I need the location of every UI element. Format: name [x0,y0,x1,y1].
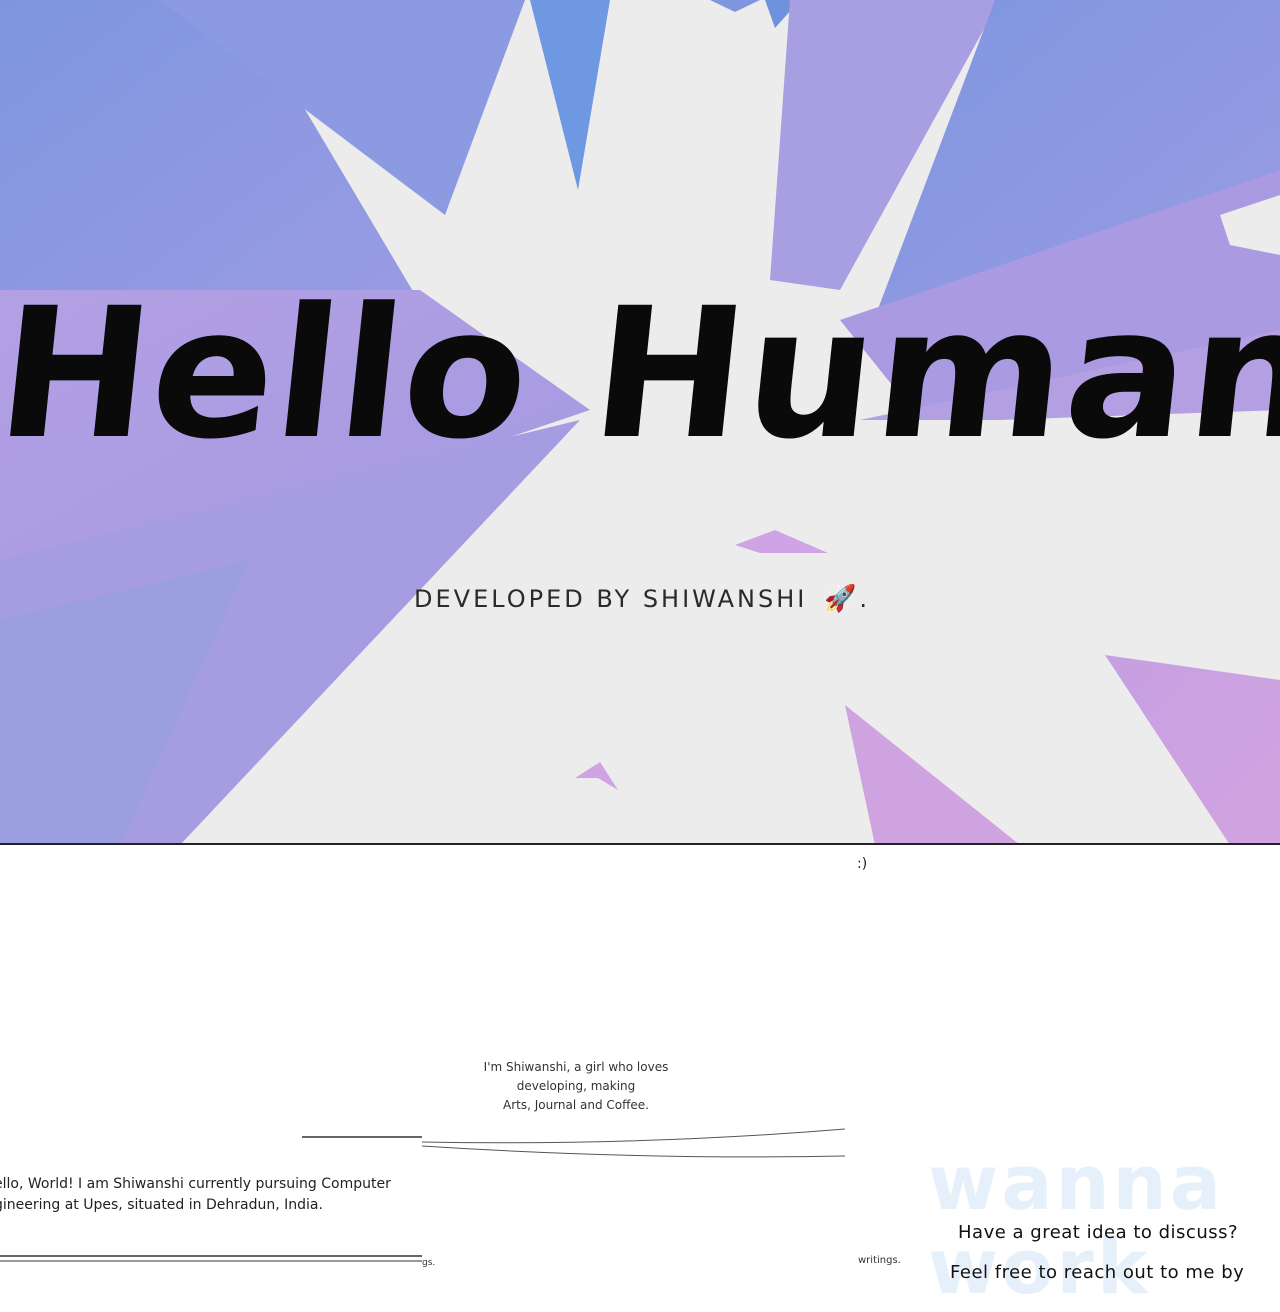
hero-section: Hello Human! DEVELOPED BY SHIWANSHI 🚀. [0,0,1280,845]
hero-title: Hello Human! [0,270,1280,479]
fragment-gs: gs. [422,1258,436,1268]
rocket-icon: 🚀 [823,584,860,614]
about-line-1: ello, World! I am Shiwanshi currently pu… [0,1176,391,1192]
developer-credit: DEVELOPED BY SHIWANSHI [414,585,808,613]
smiley-text: :) [857,856,868,872]
subtitle-period: . [859,585,870,613]
about-text: ello, World! I am Shiwanshi currently pu… [0,1174,414,1216]
section-divider [0,843,1280,845]
contact-question: Have a great idea to discuss? [958,1222,1239,1243]
intro-line-2: developing, making [516,1079,636,1093]
intro-text: I'm Shiwanshi, a girl who loves developi… [476,1058,676,1115]
about-line-2: gineering at Upes, situated in Dehradun,… [0,1197,323,1213]
hero-subtitle: DEVELOPED BY SHIWANSHI 🚀. [414,584,870,614]
intro-line-1: I'm Shiwanshi, a girl who loves [483,1060,669,1074]
fragment-writings: writings. [858,1255,901,1266]
intro-line-3: Arts, Journal and Coffee. [502,1098,649,1112]
watermark-line-1: wanna [928,1138,1224,1227]
